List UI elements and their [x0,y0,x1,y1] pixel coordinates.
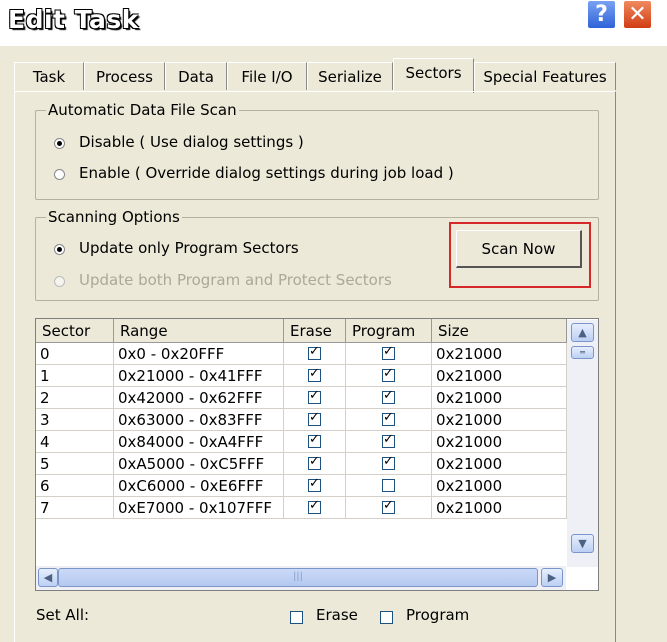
radio-disable-label[interactable]: Disable ( Use dialog settings ) [79,133,304,151]
program-checkbox[interactable] [382,432,395,448]
radio-update-program-label[interactable]: Update only Program Sectors [79,239,299,257]
set-all-label: Set All: [36,606,90,624]
cell-range: 0x84000 - 0xA4FFF [114,431,284,453]
header-erase[interactable]: Erase [284,319,346,343]
erase-checkbox[interactable] [308,476,321,492]
program-checkbox[interactable] [382,388,395,404]
set-all-program-checkbox[interactable] [380,611,393,624]
erase-checkbox[interactable] [308,432,321,448]
header-program[interactable]: Program [346,319,432,343]
set-all-erase-label[interactable]: Erase [316,606,358,624]
tab-serialize[interactable]: Serialize [307,62,393,90]
tab-data[interactable]: Data [165,62,227,90]
cell-size: 0x21000 [432,343,567,365]
radio-update-both [54,276,65,287]
cell-sector: 3 [36,409,114,431]
cell-size: 0x21000 [432,431,567,453]
scroll-right-button[interactable]: ▶ [541,568,563,587]
cell-sector: 2 [36,387,114,409]
help-button[interactable]: ? [587,0,616,29]
tab-process[interactable]: Process [84,62,165,90]
set-all-program-label[interactable]: Program [406,606,469,624]
cell-range: 0x63000 - 0x83FFF [114,409,284,431]
tab-file-i-o[interactable]: File I/O [227,62,307,90]
erase-checkbox[interactable] [308,344,321,360]
cell-size: 0x21000 [432,453,567,475]
cell-sector: 5 [36,453,114,475]
cell-range: 0x0 - 0x20FFF [114,343,284,365]
cell-sector: 7 [36,497,114,519]
cell-sector: 0 [36,343,114,365]
cell-range: 0x21000 - 0x41FFF [114,365,284,387]
cell-size: 0x21000 [432,409,567,431]
cell-sector: 4 [36,431,114,453]
program-checkbox[interactable] [382,366,395,382]
radio-enable[interactable] [54,169,65,180]
close-button[interactable]: ✕ [623,0,652,29]
auto-scan-group [35,110,599,200]
scroll-up-button[interactable]: ▲ [571,323,594,342]
radio-disable[interactable] [54,138,65,149]
header-range[interactable]: Range [114,319,284,343]
radio-enable-label[interactable]: Enable ( Override dialog settings during… [79,164,454,182]
cell-range: 0x42000 - 0x62FFF [114,387,284,409]
cell-size: 0x21000 [432,497,567,519]
horizontal-scroll-thumb[interactable]: ||| [58,568,538,587]
erase-checkbox[interactable] [308,366,321,382]
set-all-erase-checkbox[interactable] [290,611,303,624]
header-size[interactable]: Size [432,319,567,343]
auto-scan-legend: Automatic Data File Scan [46,101,239,119]
scanning-options-legend: Scanning Options [46,208,182,226]
program-checkbox[interactable] [382,454,395,470]
scroll-down-button[interactable]: ▼ [571,534,594,553]
program-checkbox[interactable] [382,498,395,514]
program-checkbox[interactable] [382,344,395,360]
erase-checkbox[interactable] [308,388,321,404]
erase-checkbox[interactable] [308,410,321,426]
program-checkbox[interactable] [382,410,395,426]
radio-update-program[interactable] [54,244,65,255]
tab-sectors[interactable]: Sectors [393,58,474,93]
cell-size: 0x21000 [432,365,567,387]
scroll-left-button[interactable]: ◀ [38,568,58,587]
tab-task[interactable]: Task [14,62,84,90]
cell-range: 0xC6000 - 0xE6FFF [114,475,284,497]
cell-range: 0xA5000 - 0xC5FFF [114,453,284,475]
cell-size: 0x21000 [432,387,567,409]
cell-sector: 1 [36,365,114,387]
tab-special-features[interactable]: Special Features [474,62,616,90]
window-title: Edit Task [8,5,139,34]
erase-checkbox[interactable] [308,454,321,470]
cell-sector: 6 [36,475,114,497]
highlight-box [449,222,591,288]
header-sector[interactable]: Sector [36,319,114,343]
vertical-scroll-thumb[interactable]: ═ [571,346,594,359]
program-checkbox[interactable] [382,479,395,492]
radio-update-both-label: Update both Program and Protect Sectors [79,271,392,289]
cell-range: 0xE7000 - 0x107FFF [114,497,284,519]
erase-checkbox[interactable] [308,498,321,514]
cell-size: 0x21000 [432,475,567,497]
